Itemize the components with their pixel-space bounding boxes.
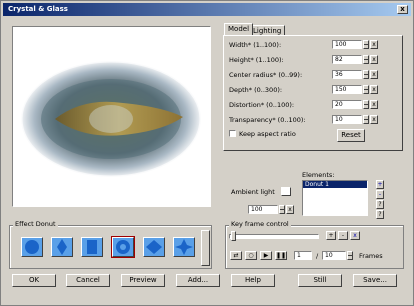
save-button[interactable]: Save...: [353, 274, 397, 287]
keyframe-remove-icon[interactable]: -: [338, 231, 348, 240]
ambient-light-label: Ambient light: [231, 188, 275, 196]
param-label: Transparency* (0..100):: [229, 116, 306, 124]
height-spinner[interactable]: [363, 55, 369, 64]
keyframe-slider-thumb[interactable]: [231, 231, 236, 241]
distortion-spinner[interactable]: [363, 100, 369, 109]
elements-list[interactable]: Donut 1: [302, 180, 368, 216]
effect-label: Effect Donut: [13, 220, 58, 228]
rewind-icon[interactable]: ○: [245, 251, 257, 260]
element-extra-button[interactable]: ?: [376, 210, 384, 219]
param-label: Depth* (0..300):: [229, 86, 283, 94]
window-title: Crystal & Glass: [8, 5, 68, 13]
transparency-input[interactable]: 10: [332, 115, 362, 124]
sphere-shape-button[interactable]: [21, 237, 43, 257]
frame-separator: /: [316, 252, 319, 260]
diamond-shape-button[interactable]: [51, 237, 73, 257]
play-icon[interactable]: ▶: [260, 251, 272, 260]
element-help-button[interactable]: ?: [376, 200, 384, 209]
height-x-button[interactable]: x: [370, 55, 378, 64]
center-radius-spinner[interactable]: [363, 70, 369, 79]
cylinder-shape-button[interactable]: [81, 237, 103, 257]
donut-shape-button[interactable]: [111, 236, 135, 258]
depth-input[interactable]: 150: [332, 85, 362, 94]
param-label: Width* (1..100):: [229, 41, 282, 49]
preview-button[interactable]: Preview: [121, 274, 165, 287]
total-frames-input[interactable]: 10: [322, 251, 346, 260]
param-label: Height* (1..100):: [229, 56, 284, 64]
keyframe-add-icon[interactable]: +: [326, 231, 336, 240]
remove-element-button[interactable]: -: [376, 190, 384, 199]
param-label: Distortion* (0..100):: [229, 101, 295, 109]
keyframe-clear-icon[interactable]: x: [350, 231, 360, 240]
effect-scrollbar[interactable]: [201, 230, 210, 266]
frames-label: Frames: [359, 252, 383, 260]
loop-icon[interactable]: ⇄: [230, 251, 242, 260]
title-bar: Crystal & Glass x: [3, 3, 411, 16]
pause-icon[interactable]: ❚❚: [275, 251, 287, 260]
reset-button[interactable]: Reset: [337, 129, 365, 142]
elements-label: Elements:: [302, 171, 335, 179]
keyframe-group: [225, 225, 404, 269]
current-frame-input[interactable]: 1: [294, 251, 312, 260]
center-radius-input[interactable]: 36: [332, 70, 362, 79]
add-button[interactable]: Add...: [176, 274, 220, 287]
ambient-x-button[interactable]: x: [286, 205, 294, 214]
distortion-x-button[interactable]: x: [370, 100, 378, 109]
ok-button[interactable]: OK: [12, 274, 56, 287]
keyframe-slider-track[interactable]: [229, 234, 319, 239]
preview-canvas[interactable]: [12, 26, 211, 207]
list-item[interactable]: Donut 1: [303, 181, 367, 188]
dialog-window: Crystal & Glass x Model Lighting Width* …: [0, 0, 414, 306]
keep-aspect-checkbox[interactable]: [229, 130, 236, 137]
width-x-button[interactable]: x: [370, 40, 378, 49]
ambient-value-input[interactable]: 100: [248, 205, 278, 214]
width-spinner[interactable]: [363, 40, 369, 49]
height-input[interactable]: 82: [332, 55, 362, 64]
star-shape-button[interactable]: [173, 237, 195, 257]
ambient-spinner[interactable]: [279, 205, 285, 214]
keyframe-label: Key frame control: [229, 220, 291, 228]
close-button[interactable]: x: [397, 5, 408, 14]
cancel-button[interactable]: Cancel: [66, 274, 110, 287]
help-button[interactable]: Help: [231, 274, 275, 287]
transparency-spinner[interactable]: [363, 115, 369, 124]
tab-lighting-label: Lighting: [253, 27, 282, 35]
center-radius-x-button[interactable]: x: [370, 70, 378, 79]
glass-donut-preview: [19, 59, 203, 179]
keep-aspect-label: Keep aspect ratio: [239, 130, 296, 138]
width-input[interactable]: 100: [332, 40, 362, 49]
depth-spinner[interactable]: [363, 85, 369, 94]
add-element-button[interactable]: +: [376, 180, 384, 189]
depth-x-button[interactable]: x: [370, 85, 378, 94]
tab-model[interactable]: Model: [224, 23, 254, 35]
distortion-input[interactable]: 20: [332, 100, 362, 109]
total-frames-spinner[interactable]: [347, 251, 353, 260]
param-label: Center radius* (0..99):: [229, 71, 303, 79]
pyramid-shape-button[interactable]: [143, 237, 165, 257]
ambient-color-swatch[interactable]: [281, 187, 291, 196]
tab-model-label: Model: [228, 25, 250, 33]
transparency-x-button[interactable]: x: [370, 115, 378, 124]
still-button[interactable]: Still: [298, 274, 342, 287]
